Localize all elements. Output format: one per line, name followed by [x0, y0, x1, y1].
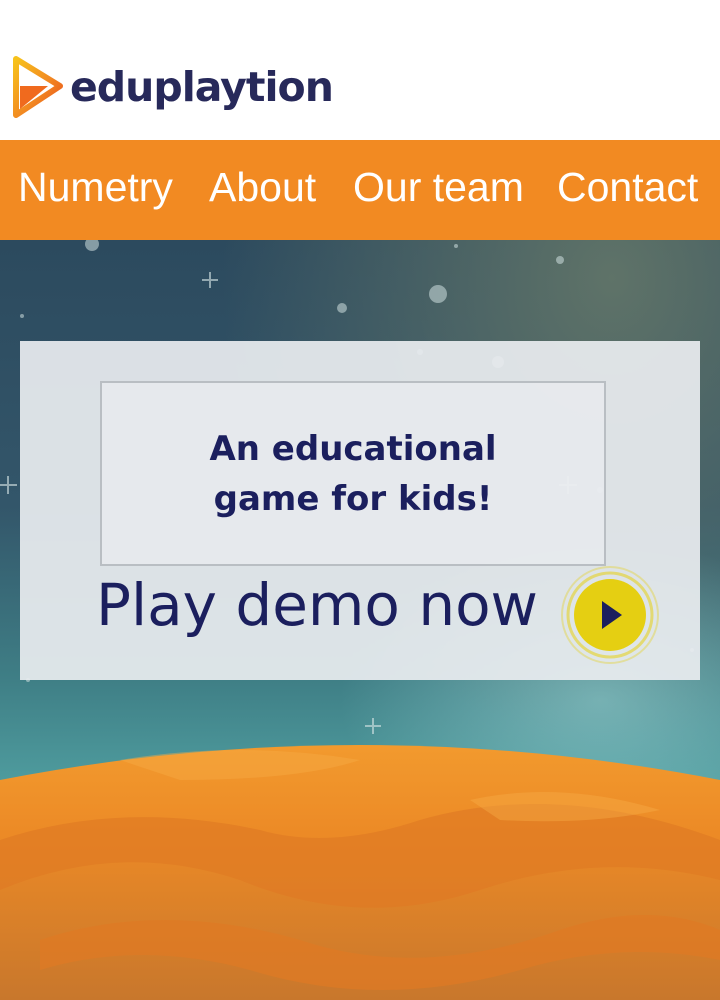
play-icon [561, 566, 659, 664]
nav-item-numetry[interactable]: Numetry [18, 164, 173, 210]
play-triangle-logo-icon [13, 56, 63, 118]
nav-item-our-team[interactable]: Our team [353, 164, 524, 210]
tagline-box: An educational game for kids! [100, 381, 606, 566]
hero-card: An educational game for kids! Play demo … [20, 341, 700, 680]
tagline: An educational game for kids! [102, 424, 604, 524]
logo-link[interactable]: eduplaytion [12, 56, 334, 118]
play-demo-button[interactable] [560, 565, 660, 665]
tagline-line-1: An educational [209, 428, 497, 469]
tagline-line-2: game for kids! [213, 478, 493, 519]
site-header: eduplaytion [0, 0, 720, 140]
logo-wordmark: eduplaytion [70, 62, 334, 111]
play-demo-label[interactable]: Play demo now [96, 565, 538, 645]
nav-item-contact[interactable]: Contact [557, 164, 698, 210]
main-nav: Numetry About Our team Contact [0, 140, 720, 240]
nav-item-about[interactable]: About [209, 164, 316, 210]
